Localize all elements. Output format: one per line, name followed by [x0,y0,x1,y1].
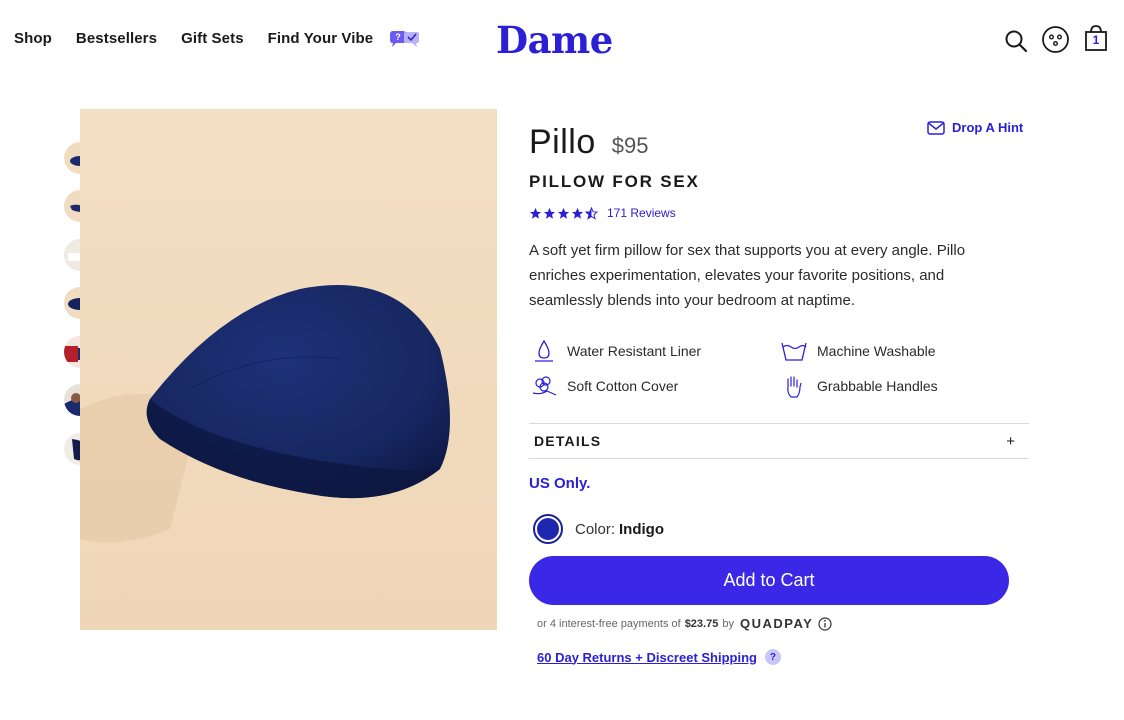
product-rating[interactable]: 171 Reviews [529,206,676,220]
nav-shop[interactable]: Shop [14,30,52,47]
installment-prefix: or 4 interest-free payments of [537,617,681,630]
site-header: Shop Bestsellers Gift Sets Find Your Vib… [0,0,1124,80]
add-to-cart-button[interactable]: Add to Cart [529,556,1009,605]
product-name: Pillo [529,123,596,161]
cotton-flower-icon [532,376,557,396]
rating-stars [529,206,599,220]
nav-gift-sets[interactable]: Gift Sets [181,30,244,47]
product-subtitle: PILLOW FOR SEX [529,172,700,191]
star-icon [557,207,570,219]
water-drop-icon [535,339,553,362]
product-main-image[interactable] [80,109,497,630]
drop-a-hint-link[interactable]: Drop A Hint [927,120,1023,135]
installment-info: or 4 interest-free payments of $23.75 by… [537,616,832,631]
feature-water-resistant: Water Resistant Liner [529,336,701,366]
feature-grabbable-handles: Grabbable Handles [779,371,938,401]
swatch-fill [537,518,559,540]
returns-row: 60 Day Returns + Discreet Shipping ? [537,649,781,665]
color-value: Indigo [619,520,665,538]
star-icon [571,207,584,219]
product-description: A soft yet firm pillow for sex that supp… [529,242,966,309]
color-swatch-indigo[interactable] [533,514,563,544]
nav-find-your-vibe[interactable]: Find Your Vibe [268,30,374,47]
envelope-icon [927,120,945,135]
installment-amount: $23.75 [684,617,719,630]
hand-icon [787,376,802,398]
color-label: Color: [575,520,616,538]
help-icon[interactable]: ? [764,649,781,665]
plus-icon[interactable]: + [1006,433,1015,450]
product-title-row: Pillo $95 [529,123,648,162]
feature-soft-cotton: Soft Cotton Cover [529,371,678,401]
svg-text:?: ? [395,32,401,42]
product-price: $95 [611,133,649,158]
main-nav: Shop Bestsellers Gift Sets Find Your Vib… [14,30,397,47]
search-icon[interactable] [1004,29,1028,53]
installment-by: by [722,617,734,630]
returns-link[interactable]: 60 Day Returns + Discreet Shipping [537,650,757,665]
details-accordion[interactable]: DETAILS + [529,423,1029,459]
color-selector: Color: Indigo [533,514,664,544]
feature-machine-washable: Machine Washable [779,336,936,366]
wash-basin-icon [781,342,807,361]
info-icon[interactable] [818,616,832,631]
cart-count-badge[interactable]: 1 [1083,33,1109,47]
star-icon [529,207,542,219]
nav-bestsellers[interactable]: Bestsellers [76,30,157,47]
account-icon[interactable] [1041,25,1070,54]
availability-note: US Only. [529,475,591,492]
quadpay-logo: QUADPAY [739,616,814,631]
review-count-link[interactable]: 171 Reviews [607,206,676,220]
vibe-chat-icon[interactable]: ? [388,30,422,50]
dame-logo[interactable]: Dame [496,18,613,62]
details-label: DETAILS [534,433,602,449]
star-icon [543,207,556,219]
drop-a-hint-label[interactable]: Drop A Hint [952,120,1023,135]
half-star-icon [585,206,598,220]
